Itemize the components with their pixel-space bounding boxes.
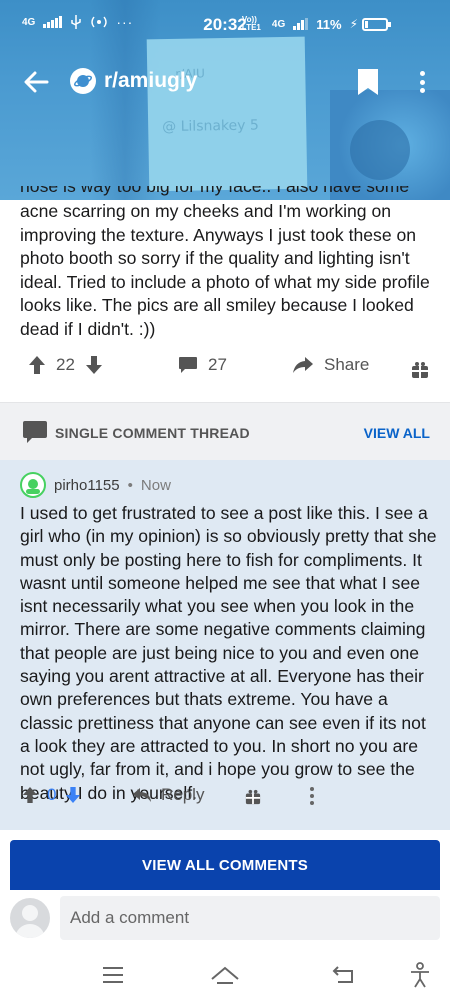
comments-button[interactable]: 27 [178, 355, 227, 375]
battery-percent: 11% [316, 16, 342, 32]
comment-author[interactable]: pirho1155 [54, 477, 120, 494]
gift-icon [245, 789, 261, 805]
comment-separator: • [127, 476, 133, 494]
subreddit-link[interactable]: r/amiugly [70, 68, 197, 94]
post-score: 22 [56, 355, 75, 374]
reply-icon [133, 788, 151, 802]
downvote-icon[interactable] [85, 355, 103, 375]
charging-icon: ⚡ [349, 17, 358, 31]
add-comment-input[interactable]: Add a comment [60, 896, 440, 940]
accessibility-icon [411, 962, 429, 988]
avatar [10, 898, 50, 938]
subreddit-logo-icon [70, 68, 96, 94]
comment-score: 0 [47, 785, 57, 804]
comment-age: Now [140, 476, 171, 494]
home-icon [211, 966, 239, 984]
comment: pirho1155 • Now I used to get frustrated… [0, 460, 450, 830]
more-options-button[interactable] [410, 68, 434, 96]
volte-label: Vo)) LTE1 [241, 15, 261, 32]
accessibility-nav-button[interactable] [405, 962, 435, 988]
single-thread-banner: SINGLE COMMENT THREAD VIEW ALL [0, 402, 450, 460]
home-nav-button[interactable] [210, 962, 240, 988]
post-partial-line: nose is way too big for my face.. I also… [20, 186, 410, 196]
arrow-left-icon [24, 71, 49, 93]
single-thread-label: SINGLE COMMENT THREAD [55, 425, 250, 441]
comment-more-button[interactable] [310, 787, 314, 805]
view-all-link[interactable]: VIEW ALL [364, 425, 430, 441]
note-text-2: @ Lilsnakey 5 [162, 117, 259, 136]
reply-label: Reply [161, 785, 205, 804]
share-icon [293, 357, 313, 373]
comment-vote: 0 [22, 785, 81, 805]
share-label: Share [324, 355, 370, 374]
bookmark-button[interactable] [357, 68, 379, 96]
image-tree [350, 120, 410, 180]
comment-header: pirho1155 • Now [20, 472, 171, 498]
status-bar: 4G ··· 20:32 Vo)) LTE1 4G 11% ⚡ [0, 0, 450, 50]
toolbar: r/amiugly [0, 58, 450, 106]
post-body-text: acne scarring on my cheeks and I'm worki… [20, 201, 430, 339]
share-button[interactable]: Share [292, 355, 369, 375]
view-all-comments-button[interactable]: VIEW ALL COMMENTS [10, 840, 440, 890]
comment-icon [179, 357, 197, 373]
signal-right-icon [293, 18, 309, 30]
thread-icon [23, 421, 47, 443]
reply-button[interactable]: Reply [132, 785, 204, 805]
gift-icon [412, 362, 428, 378]
upvote-icon[interactable] [28, 355, 46, 375]
back-nav-button[interactable] [328, 962, 358, 988]
post-actions: 22 27 Share [0, 355, 450, 389]
award-button[interactable] [411, 361, 429, 379]
comment-count: 27 [208, 355, 227, 374]
network-right-label: 4G [271, 18, 286, 30]
comment-actions: 0 Reply [0, 785, 450, 813]
avatar[interactable] [20, 472, 46, 498]
downvote-icon[interactable] [65, 786, 81, 804]
post-body: nose is way too big for my face.. I also… [20, 186, 435, 341]
comment-body: I used to get frustrated to see a post l… [20, 503, 437, 803]
subreddit-name: r/amiugly [104, 69, 198, 92]
add-comment-bar: Add a comment [0, 890, 450, 950]
system-nav-bar [0, 950, 450, 1000]
post-vote: 22 [28, 355, 103, 375]
comment-award-button[interactable] [245, 789, 261, 805]
battery-icon [362, 18, 391, 31]
back-icon [332, 966, 353, 983]
menu-icon [103, 967, 123, 983]
menu-nav-button[interactable] [98, 962, 128, 988]
status-right: Vo)) LTE1 4G 11% ⚡ [242, 16, 358, 32]
upvote-icon[interactable] [22, 786, 38, 804]
bookmark-icon [358, 69, 378, 95]
back-button[interactable] [20, 66, 52, 98]
